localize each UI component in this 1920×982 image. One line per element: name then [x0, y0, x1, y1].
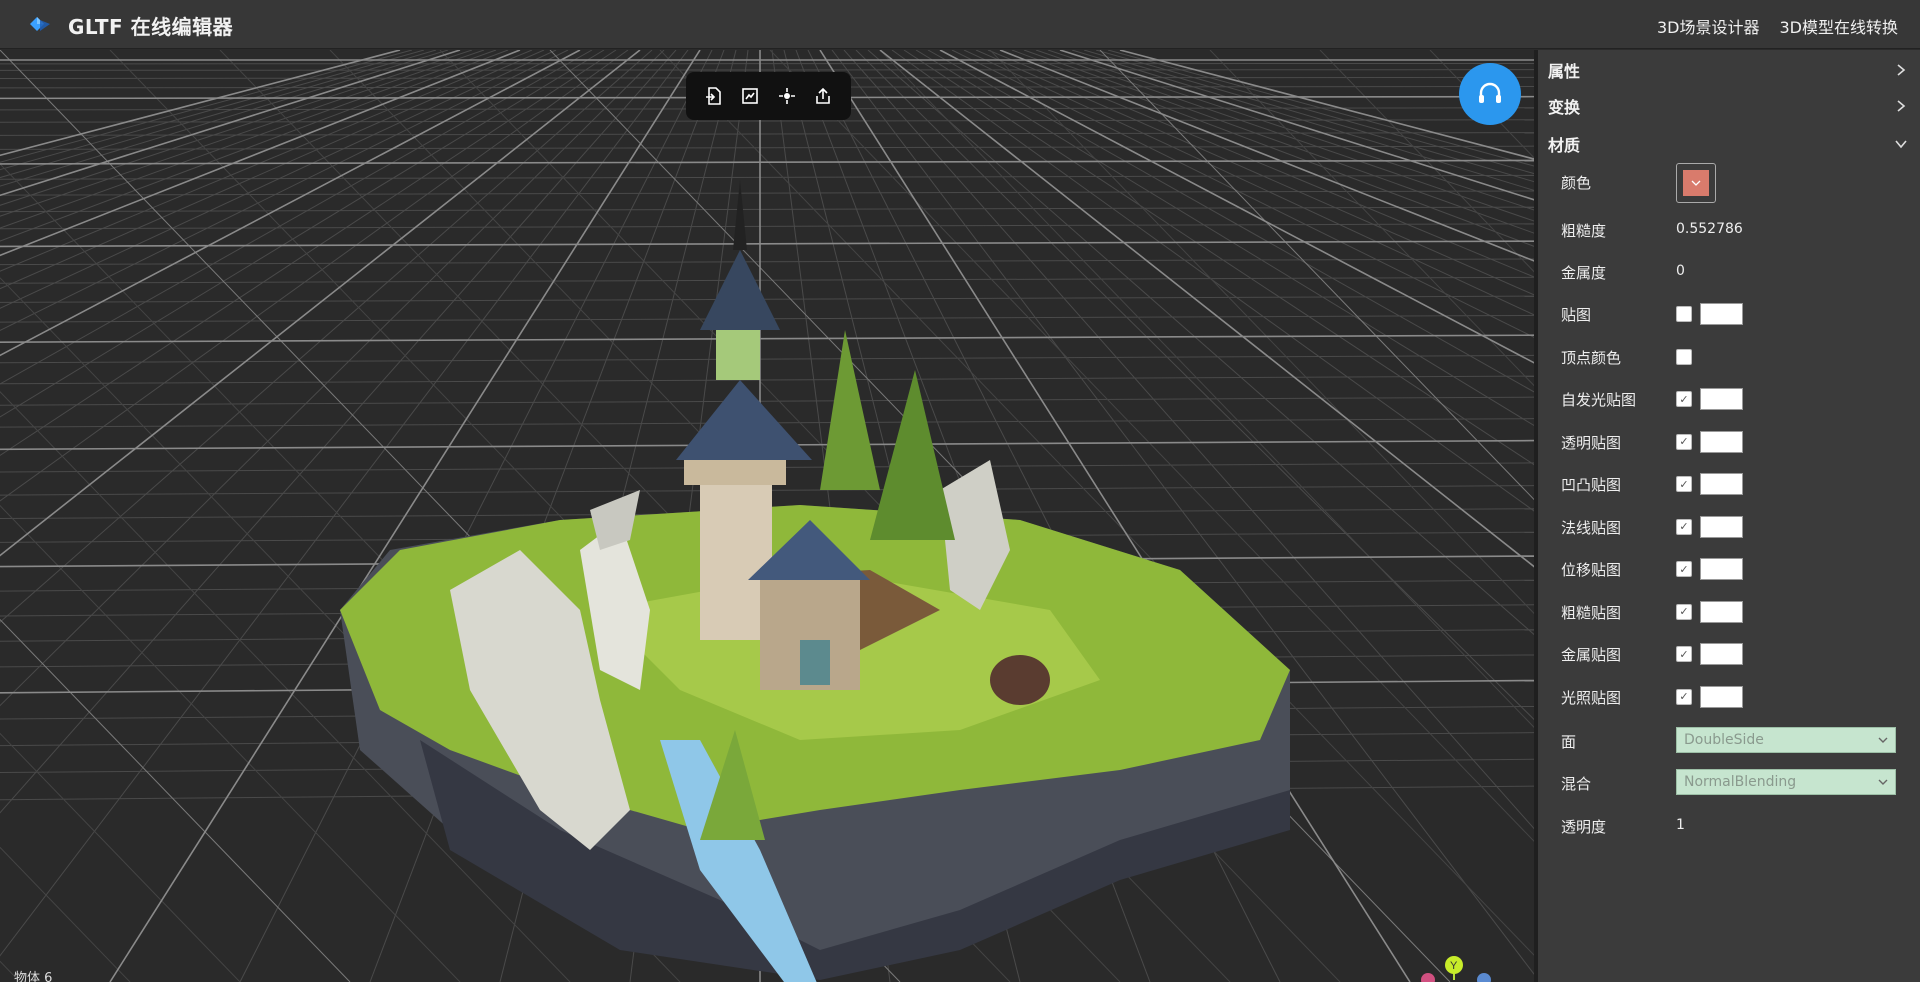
opacity-label: 透明度 [1561, 818, 1607, 836]
map-checkbox[interactable] [1676, 518, 1692, 535]
top-bar: GLTF 在线编辑器 3D场景设计器 3D模型在线转换 [0, 0, 1920, 49]
chevron-down-icon [1878, 737, 1888, 743]
map-label: 位移贴图 [1561, 561, 1622, 579]
map-checkbox[interactable] [1676, 433, 1692, 450]
viewport-3d[interactable]: Y 物体 6 [0, 50, 1534, 982]
map-checkbox[interactable] [1676, 476, 1692, 492]
chevron-down-icon [1691, 180, 1701, 186]
map-checkbox[interactable] [1676, 348, 1692, 365]
map-texture-slot[interactable] [1700, 303, 1743, 325]
section-properties-title: 属性 [1548, 62, 1581, 81]
roughness-value[interactable]: 0.552786 [1676, 221, 1743, 237]
section-material-title: 材质 [1548, 136, 1581, 155]
map-texture-slot[interactable] [1700, 473, 1743, 495]
scene-designer-link[interactable]: 3D场景设计器 [1657, 14, 1760, 38]
roughness-label: 粗糙度 [1561, 222, 1607, 240]
map-texture-slot[interactable] [1700, 430, 1743, 453]
map-texture-slot[interactable] [1700, 685, 1743, 708]
model-converter-link[interactable]: 3D模型在线转换 [1779, 14, 1898, 38]
logo-icon [30, 17, 50, 31]
top-nav: 3D场景设计器 3D模型在线转换 [1657, 14, 1898, 38]
blend-select-value: NormalBlending [1684, 774, 1797, 790]
axis-gizmo[interactable]: Y [1421, 956, 1491, 982]
map-label: 自发光贴图 [1561, 391, 1637, 409]
map-label: 凹凸贴图 [1561, 476, 1622, 494]
scene-canvas[interactable]: Y [0, 50, 1534, 982]
map-checkbox[interactable] [1676, 603, 1692, 620]
color-picker[interactable] [1676, 163, 1716, 203]
export-button[interactable] [808, 81, 838, 111]
map-checkbox[interactable] [1676, 306, 1692, 322]
map-label: 透明贴图 [1561, 433, 1622, 452]
properties-panel: 属性 变换 材质 颜色 粗糙度 0.552786 金属度 0 贴图顶点颜色自发光… [1538, 50, 1920, 982]
chevron-right-icon [1897, 64, 1906, 76]
map-checkbox[interactable] [1676, 561, 1692, 577]
object-count: 物体 6 [14, 971, 53, 982]
blend-label: 混合 [1561, 775, 1592, 793]
map-label: 法线贴图 [1561, 518, 1622, 537]
section-material[interactable]: 材质 [1548, 130, 1908, 158]
map-checkbox[interactable] [1676, 688, 1692, 705]
viewport-toolbar [686, 72, 851, 120]
map-texture-slot[interactable] [1700, 558, 1743, 580]
blend-select[interactable]: NormalBlending [1676, 769, 1896, 795]
app-title: GLTF 在线编辑器 [68, 15, 234, 39]
center-button[interactable] [772, 81, 802, 111]
color-swatch-fill [1683, 170, 1709, 196]
map-texture-slot[interactable] [1700, 515, 1743, 538]
side-label: 面 [1561, 733, 1577, 751]
export-icon [816, 87, 830, 104]
map-label: 金属贴图 [1561, 646, 1622, 664]
map-label: 贴图 [1561, 306, 1592, 324]
headset-icon [1479, 82, 1501, 103]
chevron-right-icon [1897, 100, 1906, 112]
map-checkbox[interactable] [1676, 646, 1692, 662]
map-label: 粗糙贴图 [1561, 603, 1622, 622]
map-texture-slot[interactable] [1700, 388, 1743, 410]
side-select[interactable]: DoubleSide [1676, 727, 1896, 753]
replace-button[interactable] [735, 81, 765, 111]
metalness-label: 金属度 [1561, 264, 1607, 282]
section-properties[interactable]: 属性 [1548, 56, 1908, 84]
import-icon [706, 87, 721, 105]
chevron-down-icon [1895, 140, 1907, 149]
metalness-value[interactable]: 0 [1676, 263, 1685, 279]
map-texture-slot[interactable] [1700, 643, 1743, 665]
opacity-value[interactable]: 1 [1676, 817, 1685, 833]
map-label: 光照贴图 [1561, 688, 1622, 707]
map-checkbox[interactable] [1676, 391, 1692, 407]
replace-icon [742, 88, 759, 104]
import-button[interactable] [699, 81, 729, 111]
color-label: 颜色 [1561, 174, 1592, 192]
center-icon [778, 88, 795, 104]
map-label: 顶点颜色 [1561, 348, 1622, 367]
section-transform-title: 变换 [1548, 98, 1581, 117]
chevron-down-icon [1878, 779, 1888, 785]
customer-support-button[interactable] [1459, 63, 1521, 125]
side-select-value: DoubleSide [1684, 732, 1764, 748]
section-transform[interactable]: 变换 [1548, 92, 1908, 120]
map-texture-slot[interactable] [1700, 600, 1743, 623]
axis-y-label: Y [1450, 960, 1458, 972]
